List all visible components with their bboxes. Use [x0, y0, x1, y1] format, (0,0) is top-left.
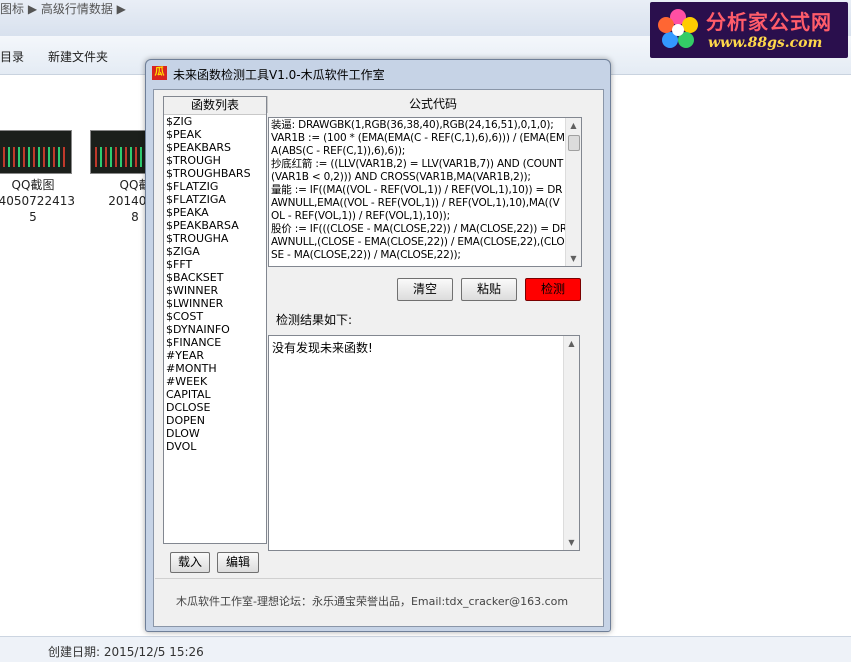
function-list-item[interactable]: DLOW	[166, 427, 264, 440]
scroll-down-icon[interactable]: ▼	[564, 535, 579, 550]
function-list-item[interactable]: $BACKSET	[166, 271, 264, 284]
code-editor[interactable]: 装逼: DRAWGBK(1,RGB(36,38,40),RGB(24,16,51…	[268, 117, 582, 267]
edit-button[interactable]: 编辑	[217, 552, 259, 573]
load-button[interactable]: 载入	[170, 552, 210, 573]
function-list-item[interactable]: $FLATZIG	[166, 180, 264, 193]
function-list-item[interactable]: DOPEN	[166, 414, 264, 427]
function-list-item[interactable]: $DYNAINFO	[166, 323, 264, 336]
function-list-item[interactable]: $PEAKA	[166, 206, 264, 219]
logo-url: www.88gs.com	[708, 35, 823, 51]
result-scrollbar[interactable]: ▲ ▼	[563, 336, 579, 550]
result-output[interactable]: 没有发现未来函数! ▲ ▼	[268, 335, 580, 551]
function-list-item[interactable]: $PEAKBARS	[166, 141, 264, 154]
function-list-item[interactable]: DVOL	[166, 440, 264, 453]
scroll-thumb[interactable]	[568, 135, 580, 151]
footer-divider	[155, 578, 602, 579]
breadcrumb[interactable]: 图标 ▶ 高级行情数据 ▶	[0, 0, 126, 17]
function-list-item[interactable]: $TROUGH	[166, 154, 264, 167]
footer-credits: 木瓜软件工作室-理想论坛：永乐通宝荣誉出品，Email:tdx_cracker@…	[176, 595, 569, 608]
function-list-item[interactable]: $LWINNER	[166, 297, 264, 310]
dialog-title: 未来函数检测工具V1.0-木瓜软件工作室	[173, 68, 385, 82]
code-scrollbar[interactable]: ▲ ▼	[565, 118, 581, 266]
function-list[interactable]: 函数列表 $ZIG $PEAK $PEAKBARS $TROUGH $TROUGHBAR…	[163, 96, 267, 544]
site-logo: 分析家公式网 www.88gs.com	[650, 2, 848, 58]
scroll-up-icon[interactable]: ▲	[566, 118, 581, 133]
function-list-item[interactable]: $ZIG	[166, 115, 264, 128]
detect-button[interactable]: 检测	[525, 278, 581, 301]
new-folder-button[interactable]: 新建文件夹	[48, 48, 108, 65]
toolbar-item-directory[interactable]: 目录	[0, 48, 24, 65]
file-label[interactable]: QQ截图 14050722413 5	[0, 177, 78, 225]
flower-logo-icon	[658, 9, 698, 48]
result-label: 检测结果如下:	[276, 313, 353, 327]
paste-button[interactable]: 粘贴	[461, 278, 517, 301]
function-list-item[interactable]: CAPITAL	[166, 388, 264, 401]
function-list-item[interactable]: $PEAKBARSA	[166, 219, 264, 232]
function-list-item[interactable]: #MONTH	[166, 362, 264, 375]
function-list-items[interactable]: $ZIG $PEAK $PEAKBARS $TROUGH $TROUGHBARS $FLA…	[166, 115, 264, 453]
function-list-item[interactable]: $WINNER	[166, 284, 264, 297]
function-list-item[interactable]: $FLATZIGA	[166, 193, 264, 206]
file-thumbnail[interactable]	[0, 130, 72, 174]
scroll-down-icon[interactable]: ▼	[566, 251, 581, 266]
logo-title: 分析家公式网	[706, 10, 832, 34]
created-date: 创建日期: 2015/12/5 15:26	[48, 645, 204, 659]
result-text: 没有发现未来函数!	[272, 341, 373, 355]
function-list-item[interactable]: $COST	[166, 310, 264, 323]
function-list-item[interactable]: DCLOSE	[166, 401, 264, 414]
function-list-item[interactable]: #WEEK	[166, 375, 264, 388]
explorer-status-bar: 创建日期: 2015/12/5 15:26	[0, 636, 851, 662]
app-icon: 瓜	[152, 66, 167, 80]
function-list-header: 函数列表	[164, 97, 266, 115]
scroll-up-icon[interactable]: ▲	[564, 336, 579, 351]
clear-button[interactable]: 清空	[397, 278, 453, 301]
function-list-item[interactable]: $FFT	[166, 258, 264, 271]
dialog-title-bar[interactable]: 瓜 未来函数检测工具V1.0-木瓜软件工作室	[146, 60, 610, 86]
function-list-item[interactable]: $TROUGHA	[166, 232, 264, 245]
detector-dialog: 瓜 未来函数检测工具V1.0-木瓜软件工作室 函数列表 $ZIG $PEAK $PE…	[145, 59, 611, 632]
function-list-item[interactable]: $PEAK	[166, 128, 264, 141]
function-list-item[interactable]: $TROUGHBARS	[166, 167, 264, 180]
function-list-item[interactable]: #YEAR	[166, 349, 264, 362]
dialog-body: 函数列表 $ZIG $PEAK $PEAKBARS $TROUGH $TROUGHBAR…	[153, 89, 604, 627]
code-text[interactable]: 装逼: DRAWGBK(1,RGB(36,38,40),RGB(24,16,51…	[271, 119, 567, 262]
code-header: 公式代码	[267, 96, 598, 113]
function-list-item[interactable]: $ZIGA	[166, 245, 264, 258]
function-list-item[interactable]: $FINANCE	[166, 336, 264, 349]
